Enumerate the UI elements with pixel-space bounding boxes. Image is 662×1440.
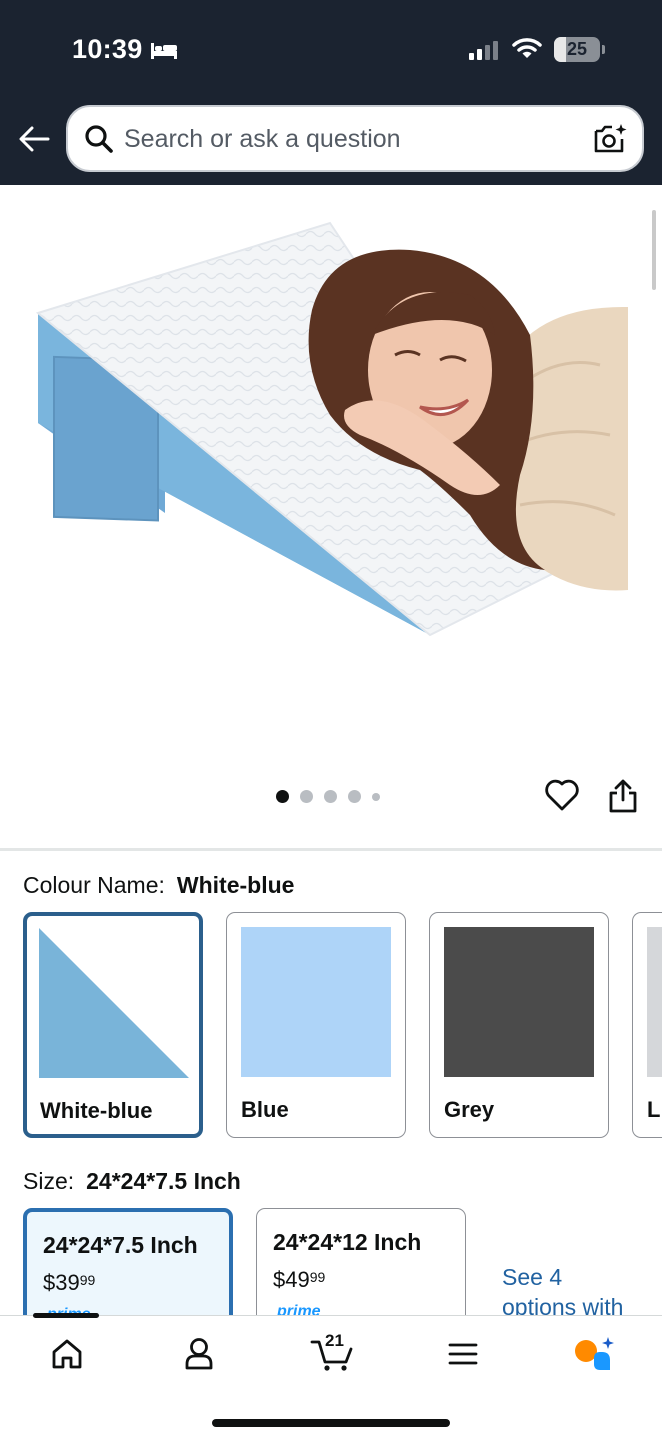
- rufus-assistant-icon[interactable]: [572, 1336, 616, 1372]
- colour-label: Colour Name: White-blue: [23, 872, 294, 899]
- price-fraction: 99: [309, 1269, 326, 1285]
- image-carousel-dots[interactable]: [276, 790, 380, 803]
- search-placeholder: Search or ask a question: [124, 125, 401, 153]
- carousel-dot[interactable]: [276, 790, 289, 803]
- colour-selected-value: White-blue: [176, 872, 295, 898]
- colour-swatch-grey[interactable]: Grey: [429, 912, 609, 1138]
- price-whole: $39: [43, 1270, 80, 1295]
- carousel-dot[interactable]: [372, 792, 380, 801]
- carousel-dot[interactable]: [300, 790, 313, 803]
- home-icon[interactable]: [51, 1338, 83, 1370]
- swatch-label: Grey: [444, 1097, 495, 1122]
- sleep-mode-icon: [151, 43, 177, 59]
- battery-indicator: 25: [554, 37, 600, 62]
- colour-swatch-partial[interactable]: L: [632, 912, 662, 1138]
- app-header: 10:39 25 Search or ask a question: [0, 0, 662, 185]
- home-indicator-bar: [212, 1419, 450, 1427]
- battery-percent: 25: [566, 39, 588, 59]
- see-more-line-1: See 4: [502, 1264, 563, 1290]
- account-icon[interactable]: [184, 1337, 214, 1371]
- share-icon[interactable]: [608, 778, 638, 814]
- wedge-pillow-product-photo: [35, 221, 628, 637]
- colour-swatch-blue[interactable]: Blue: [226, 912, 406, 1138]
- swatch-label: Blue: [241, 1097, 289, 1122]
- carousel-dot[interactable]: [348, 790, 361, 803]
- heart-icon[interactable]: [544, 778, 580, 812]
- swatch-label: White-blue: [40, 1098, 153, 1123]
- partial-swatch-image: [647, 927, 662, 1077]
- wifi-icon: [512, 38, 542, 58]
- price-fraction: 99: [79, 1272, 96, 1288]
- size-option-name: 24*24*12 Inch: [273, 1229, 422, 1255]
- size-option-price: $3999: [43, 1270, 95, 1296]
- price-whole: $49: [273, 1267, 310, 1292]
- scroll-indicator: [652, 210, 656, 290]
- cellular-signal-icon: [469, 41, 498, 60]
- see-more-options-link[interactable]: See 4 options with: [502, 1262, 623, 1322]
- product-image-gallery[interactable]: [0, 185, 662, 765]
- status-time: 10:39: [72, 34, 143, 64]
- colour-label-text: Colour Name:: [23, 872, 165, 898]
- blue-swatch-image: [241, 927, 391, 1077]
- swatch-label: L: [647, 1097, 661, 1122]
- white-blue-swatch-image: [39, 928, 189, 1078]
- battery-nub: [602, 45, 605, 54]
- grey-swatch-image: [444, 927, 594, 1077]
- search-input[interactable]: Search or ask a question: [66, 105, 644, 172]
- active-tab-indicator: [33, 1313, 99, 1318]
- section-divider: [0, 848, 662, 851]
- size-selected-value: 24*24*7.5 Inch: [86, 1168, 241, 1194]
- size-label-text: Size:: [23, 1168, 75, 1194]
- search-icon: [85, 125, 113, 153]
- cart-count-badge: 21: [325, 1331, 344, 1350]
- colour-swatch-white-blue[interactable]: White-blue: [23, 912, 203, 1138]
- menu-icon[interactable]: [448, 1342, 478, 1366]
- size-option-price: $4999: [273, 1267, 325, 1293]
- bottom-navigation: 21: [0, 1313, 662, 1440]
- carousel-dot[interactable]: [324, 790, 337, 803]
- size-option-name: 24*24*7.5 Inch: [43, 1232, 198, 1258]
- back-arrow-icon[interactable]: [18, 124, 50, 154]
- camera-search-icon[interactable]: [592, 122, 628, 156]
- size-label: Size: 24*24*7.5 Inch: [23, 1168, 241, 1195]
